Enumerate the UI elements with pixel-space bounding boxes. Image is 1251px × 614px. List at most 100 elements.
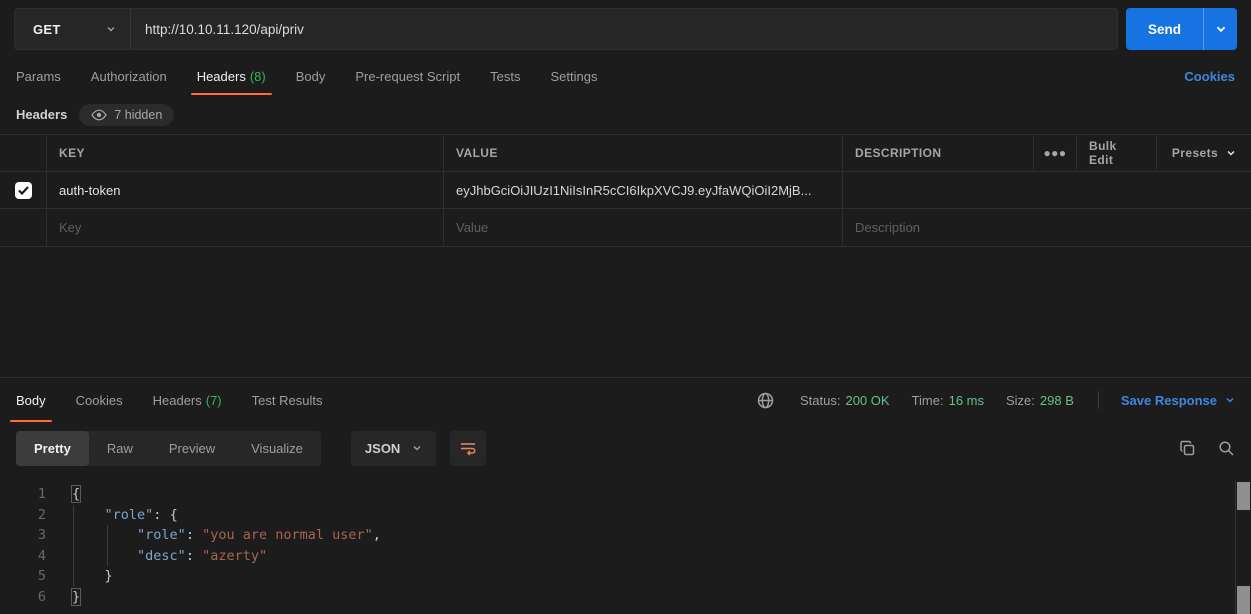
header-checkbox-column xyxy=(0,135,47,171)
copy-icon xyxy=(1179,440,1196,457)
line-number: 5 xyxy=(0,566,46,587)
code-line: 5 } xyxy=(0,566,1251,587)
scrollbar[interactable] xyxy=(1235,481,1251,614)
send-button-group: Send xyxy=(1126,8,1237,50)
response-tabs-spacer xyxy=(352,378,757,422)
response-tab-body[interactable]: Body xyxy=(16,378,46,422)
view-tab-pretty[interactable]: Pretty xyxy=(16,431,89,466)
hidden-headers-toggle[interactable]: 7 hidden xyxy=(79,104,174,126)
status-field: Status: 200 OK xyxy=(800,393,890,408)
cookies-link[interactable]: Cookies xyxy=(1184,58,1235,95)
request-tabs: Params Authorization Headers (8) Body Pr… xyxy=(0,58,1251,95)
chevron-down-icon xyxy=(1226,148,1236,158)
scrollbar-thumb[interactable] xyxy=(1237,586,1250,614)
line-number: 2 xyxy=(0,505,46,526)
line-number: 6 xyxy=(0,587,46,608)
response-toolbar: Pretty Raw Preview Visualize JSON xyxy=(0,422,1251,474)
postman-window: GET http://10.10.11.120/api/priv Send Pa… xyxy=(0,0,1251,614)
scrollbar-thumb[interactable] xyxy=(1237,482,1250,510)
headers-count-badge: (8) xyxy=(250,69,266,84)
word-wrap-button[interactable] xyxy=(450,431,486,466)
header-value-field[interactable]: eyJhbGciOiJIUzI1NiIsInR5cCI6IkpXVCJ9.eyJ… xyxy=(444,172,843,208)
chevron-down-icon xyxy=(1225,395,1235,405)
tab-tests[interactable]: Tests xyxy=(490,58,520,95)
view-mode-segmented-control: Pretty Raw Preview Visualize xyxy=(16,431,321,466)
column-key: KEY xyxy=(47,135,444,171)
network-globe-icon[interactable] xyxy=(757,392,774,409)
chevron-down-icon xyxy=(106,24,116,34)
presets-dropdown[interactable]: Presets xyxy=(1157,135,1251,171)
code-lines: 1{2 "role": {3 "role": "you are normal u… xyxy=(0,484,1251,607)
size-value: 298 B xyxy=(1040,393,1074,408)
request-response-gap xyxy=(0,247,1251,377)
view-tab-preview[interactable]: Preview xyxy=(151,431,233,466)
send-button[interactable]: Send xyxy=(1126,8,1203,50)
response-body-editor[interactable]: 1{2 "role": {3 "role": "you are normal u… xyxy=(0,474,1251,614)
response-tab-cookies[interactable]: Cookies xyxy=(76,378,123,422)
new-value-field[interactable]: Value xyxy=(444,209,843,246)
column-value: VALUE xyxy=(444,135,843,171)
table-row: auth-token eyJhbGciOiJIUzI1NiIsInR5cCI6I… xyxy=(0,172,1251,209)
column-description: DESCRIPTION xyxy=(843,135,1034,171)
format-dropdown[interactable]: JSON xyxy=(351,431,436,466)
code-line: 6} xyxy=(0,587,1251,608)
search-button[interactable] xyxy=(1218,440,1235,457)
tab-params[interactable]: Params xyxy=(16,58,61,95)
code-line: 1{ xyxy=(0,484,1251,505)
search-icon xyxy=(1218,440,1235,457)
table-header-row: KEY VALUE DESCRIPTION ●●● Bulk Edit Pres… xyxy=(0,135,1251,172)
response-tab-headers[interactable]: Headers (7) xyxy=(153,378,222,422)
line-number: 4 xyxy=(0,546,46,567)
tab-authorization[interactable]: Authorization xyxy=(91,58,167,95)
save-response-dropdown[interactable]: Save Response xyxy=(1121,393,1235,408)
row-checkbox-cell xyxy=(0,209,47,246)
headers-subbar: Headers 7 hidden xyxy=(0,95,1251,134)
method-label: GET xyxy=(33,22,61,37)
row-checkbox[interactable] xyxy=(15,182,32,199)
response-tab-test-results[interactable]: Test Results xyxy=(252,378,323,422)
size-field: Size: 298 B xyxy=(1006,393,1074,408)
meta-divider xyxy=(1098,391,1099,409)
hidden-headers-label: 7 hidden xyxy=(114,108,162,122)
tab-settings[interactable]: Settings xyxy=(550,58,597,95)
code-line: 3 "role": "you are normal user", xyxy=(0,525,1251,546)
tab-body[interactable]: Body xyxy=(296,58,326,95)
line-number: 3 xyxy=(0,525,46,546)
indent-guide xyxy=(73,505,74,587)
code-line: 4 "desc": "azerty" xyxy=(0,546,1251,567)
response-headers-count-badge: (7) xyxy=(206,393,222,408)
headers-table: KEY VALUE DESCRIPTION ●●● Bulk Edit Pres… xyxy=(0,134,1251,247)
header-key-field[interactable]: auth-token xyxy=(47,172,444,208)
tab-pre-request-script[interactable]: Pre-request Script xyxy=(355,58,460,95)
response-tabs: Body Cookies Headers (7) Test Results St… xyxy=(0,378,1251,422)
line-number: 1 xyxy=(0,484,46,505)
bulk-edit-button[interactable]: Bulk Edit xyxy=(1077,135,1157,171)
tab-headers[interactable]: Headers (8) xyxy=(197,58,266,95)
code-line: 2 "role": { xyxy=(0,505,1251,526)
row-checkbox-cell xyxy=(0,172,47,208)
chevron-down-icon xyxy=(1215,23,1227,35)
view-tab-visualize[interactable]: Visualize xyxy=(233,431,321,466)
more-options-button[interactable]: ●●● xyxy=(1034,135,1077,171)
header-description-field[interactable] xyxy=(843,172,1251,208)
url-container: GET http://10.10.11.120/api/priv xyxy=(14,8,1118,50)
new-description-field[interactable]: Description xyxy=(843,209,1251,246)
copy-button[interactable] xyxy=(1179,440,1196,457)
view-tab-raw[interactable]: Raw xyxy=(89,431,151,466)
send-options-button[interactable] xyxy=(1203,8,1237,50)
table-placeholder-row: Key Value Description xyxy=(0,209,1251,246)
check-icon xyxy=(18,186,29,195)
eye-icon xyxy=(91,109,107,121)
request-url-bar: GET http://10.10.11.120/api/priv Send xyxy=(0,0,1251,58)
time-field: Time: 16 ms xyxy=(912,393,984,408)
time-value: 16 ms xyxy=(949,393,984,408)
method-dropdown[interactable]: GET xyxy=(15,9,131,49)
new-key-field[interactable]: Key xyxy=(47,209,444,246)
url-input[interactable]: http://10.10.11.120/api/priv xyxy=(131,9,1117,49)
tabs-spacer xyxy=(627,58,1184,95)
status-value: 200 OK xyxy=(845,393,889,408)
indent-guide xyxy=(107,525,108,566)
word-wrap-icon xyxy=(459,440,477,456)
chevron-down-icon xyxy=(412,443,422,453)
response-meta: Status: 200 OK Time: 16 ms Size: 298 B S… xyxy=(757,378,1235,422)
